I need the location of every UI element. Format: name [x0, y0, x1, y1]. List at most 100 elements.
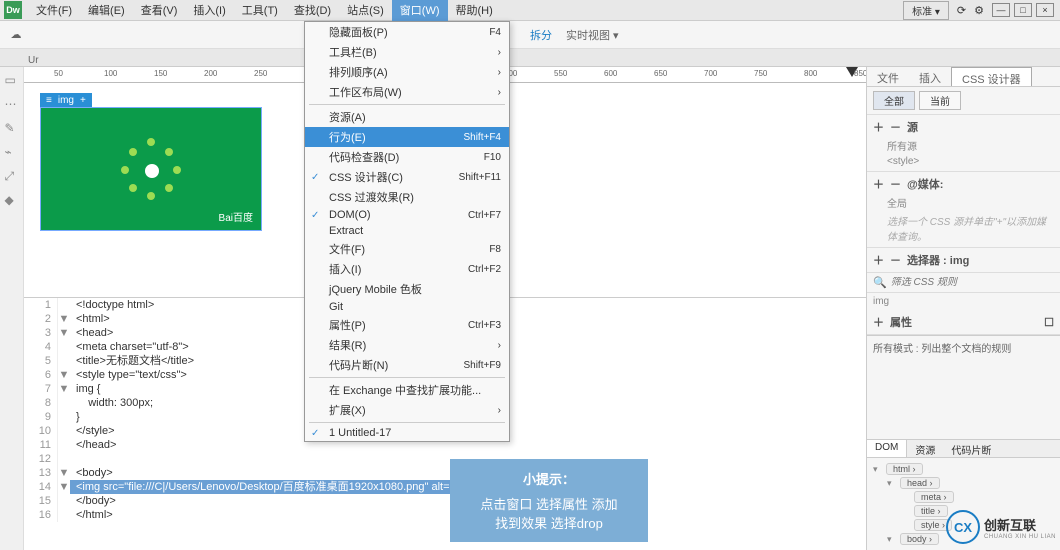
- menu-6[interactable]: 站点(S): [339, 0, 392, 21]
- menu-item[interactable]: 代码检查器(D)F10: [305, 147, 509, 167]
- menu-item[interactable]: ✓CSS 设计器(C)Shift+F11: [305, 167, 509, 187]
- selector-search[interactable]: 🔍: [867, 273, 1060, 293]
- ruler-tick: 850: [854, 69, 866, 78]
- sources-header[interactable]: ＋－源: [873, 119, 1054, 135]
- menu-item[interactable]: 资源(A): [305, 107, 509, 127]
- menu-7[interactable]: 窗口(W): [392, 0, 448, 21]
- media-hint: 选择一个 CSS 源并单击"+"以添加媒体查询。: [873, 210, 1054, 243]
- hint-line1: 点击窗口 选择属性 添加: [462, 494, 636, 513]
- menu-item[interactable]: CSS 过渡效果(R): [305, 187, 509, 207]
- ruler-tick: 650: [654, 69, 667, 78]
- media-header[interactable]: ＋－@媒体:: [873, 176, 1054, 192]
- ruler-tick: 600: [604, 69, 617, 78]
- code-line[interactable]: 12: [24, 452, 866, 466]
- tab-row: Ur: [0, 49, 1060, 67]
- minimize-icon[interactable]: —: [992, 3, 1010, 17]
- dom-tab-2[interactable]: 代码片断: [943, 440, 999, 457]
- burger-icon[interactable]: ≡: [46, 95, 52, 106]
- right-panel-tabs: 文件插入CSS 设计器: [867, 67, 1060, 87]
- hint-title: 小提示：: [462, 469, 636, 488]
- code-line[interactable]: 15 </body>: [24, 494, 866, 508]
- menu-3[interactable]: 插入(I): [185, 0, 233, 21]
- menu-8[interactable]: 帮助(H): [448, 0, 501, 21]
- sources-all[interactable]: 所有源: [873, 135, 1054, 153]
- rp-tab-1[interactable]: 插入: [909, 67, 951, 86]
- btn-current[interactable]: 当前: [919, 91, 961, 110]
- dom-node[interactable]: ▾head ›: [873, 476, 1054, 490]
- menu-item[interactable]: 文件(F)F8: [305, 239, 509, 259]
- selectors-header[interactable]: ＋－选择器 : img: [873, 252, 1054, 268]
- ruler-tick: 250: [254, 69, 267, 78]
- rp-tab-2[interactable]: CSS 设计器: [951, 67, 1032, 86]
- sources-style[interactable]: <style>: [873, 153, 1054, 167]
- ruler-tick: 50: [54, 69, 63, 78]
- menu-5[interactable]: 查找(D): [286, 0, 339, 21]
- menu-item[interactable]: 工作区布局(W)›: [305, 82, 509, 102]
- menu-item[interactable]: Extract: [305, 223, 509, 239]
- view-switcher: 拆分 实时视图 ▾: [530, 27, 619, 43]
- btn-all[interactable]: 全部: [873, 91, 915, 110]
- app-logo: Dw: [4, 1, 22, 19]
- menu-item[interactable]: 扩展(X)›: [305, 400, 509, 420]
- output-mode: 所有模式 : 列出整个文档的规则: [867, 335, 1060, 359]
- rail-icon-1[interactable]: ▭: [5, 73, 19, 87]
- rail-icon-3[interactable]: ✎: [5, 121, 19, 135]
- menu-2[interactable]: 查看(V): [133, 0, 186, 21]
- toolbar: ☁ 拆分 实时视图 ▾: [0, 21, 1060, 49]
- hint-overlay: 小提示： 点击窗口 选择属性 添加 找到效果 选择drop: [450, 459, 648, 542]
- menu-item[interactable]: 代码片断(N)Shift+F9: [305, 355, 509, 375]
- code-line[interactable]: 13▼<body>: [24, 466, 866, 480]
- selector-search-input[interactable]: [891, 277, 1054, 288]
- menu-item[interactable]: ✓DOM(O)Ctrl+F7: [305, 207, 509, 223]
- cx-logo: CX 创新互联 CHUANG XIN HU LIAN: [946, 510, 1056, 544]
- dom-tab-0[interactable]: DOM: [867, 440, 907, 457]
- selection-plus[interactable]: +: [80, 95, 86, 106]
- rail-icon-6[interactable]: ◆: [5, 193, 19, 207]
- dom-node[interactable]: meta ›: [873, 490, 1054, 504]
- rail-icon-5[interactable]: ⤢: [5, 169, 19, 183]
- sync-icon[interactable]: ⟳: [957, 4, 966, 17]
- menu-0[interactable]: 文件(F): [28, 0, 80, 21]
- menu-item[interactable]: 插入(I)Ctrl+F2: [305, 259, 509, 279]
- maximize-icon[interactable]: □: [1014, 3, 1032, 17]
- rail-icon-2[interactable]: ⋯: [5, 97, 19, 111]
- menu-item[interactable]: 在 Exchange 中查找扩展功能...: [305, 380, 509, 400]
- rp-tab-0[interactable]: 文件: [867, 67, 909, 86]
- menu-item[interactable]: 工具栏(B)›: [305, 42, 509, 62]
- selection-badge[interactable]: ≡ img +: [40, 93, 92, 108]
- menu-item[interactable]: 隐藏面板(P)F4: [305, 22, 509, 42]
- code-line[interactable]: 14▼<img src="file:///C|/Users/Lenovo/Des…: [24, 480, 866, 494]
- menu-item[interactable]: Git: [305, 299, 509, 315]
- menu-1[interactable]: 编辑(E): [80, 0, 133, 21]
- menu-4[interactable]: 工具(T): [234, 0, 286, 21]
- dom-tabs: DOM资源代码片断: [867, 440, 1060, 458]
- rail-icon-4[interactable]: ⌁: [5, 145, 19, 159]
- ruler-tick: 150: [154, 69, 167, 78]
- menu-item[interactable]: 结果(R)›: [305, 335, 509, 355]
- ruler-tick: 750: [754, 69, 767, 78]
- menu-item[interactable]: ✓1 Untitled-17: [305, 425, 509, 441]
- selector-value[interactable]: img: [867, 293, 1060, 310]
- dom-tab-1[interactable]: 资源: [907, 440, 943, 457]
- dom-node[interactable]: ▾html ›: [873, 462, 1054, 476]
- props-header[interactable]: ＋属性☐: [873, 314, 1054, 330]
- menu-item[interactable]: 排列顺序(A)›: [305, 62, 509, 82]
- code-line[interactable]: 16 </html>: [24, 508, 866, 522]
- menubar: Dw 文件(F)编辑(E)查看(V)插入(I)工具(T)查找(D)站点(S)窗口…: [0, 0, 1060, 21]
- image-preview[interactable]: Bai百度: [40, 107, 262, 231]
- cloud-icon[interactable]: ☁: [4, 25, 28, 45]
- view-split[interactable]: 拆分: [530, 27, 552, 43]
- menu-item[interactable]: 行为(E)Shift+F4: [305, 127, 509, 147]
- menu-item[interactable]: 属性(P)Ctrl+F3: [305, 315, 509, 335]
- media-global[interactable]: 全局: [873, 192, 1054, 210]
- selection-tag: img: [58, 95, 74, 106]
- workspace-label[interactable]: 标准 ▾: [903, 1, 949, 20]
- view-live[interactable]: 实时视图 ▾: [566, 27, 619, 43]
- close-icon[interactable]: ×: [1036, 3, 1054, 17]
- window-menu-dropdown: 隐藏面板(P)F4工具栏(B)›排列顺序(A)›工作区布局(W)› 资源(A)行为…: [304, 21, 510, 442]
- cx-cn: 创新互联: [984, 515, 1056, 534]
- menu-item[interactable]: jQuery Mobile 色板: [305, 279, 509, 299]
- cx-mark: CX: [946, 510, 980, 544]
- gear-icon[interactable]: ⚙: [974, 4, 984, 17]
- document-tab[interactable]: Ur: [28, 55, 39, 66]
